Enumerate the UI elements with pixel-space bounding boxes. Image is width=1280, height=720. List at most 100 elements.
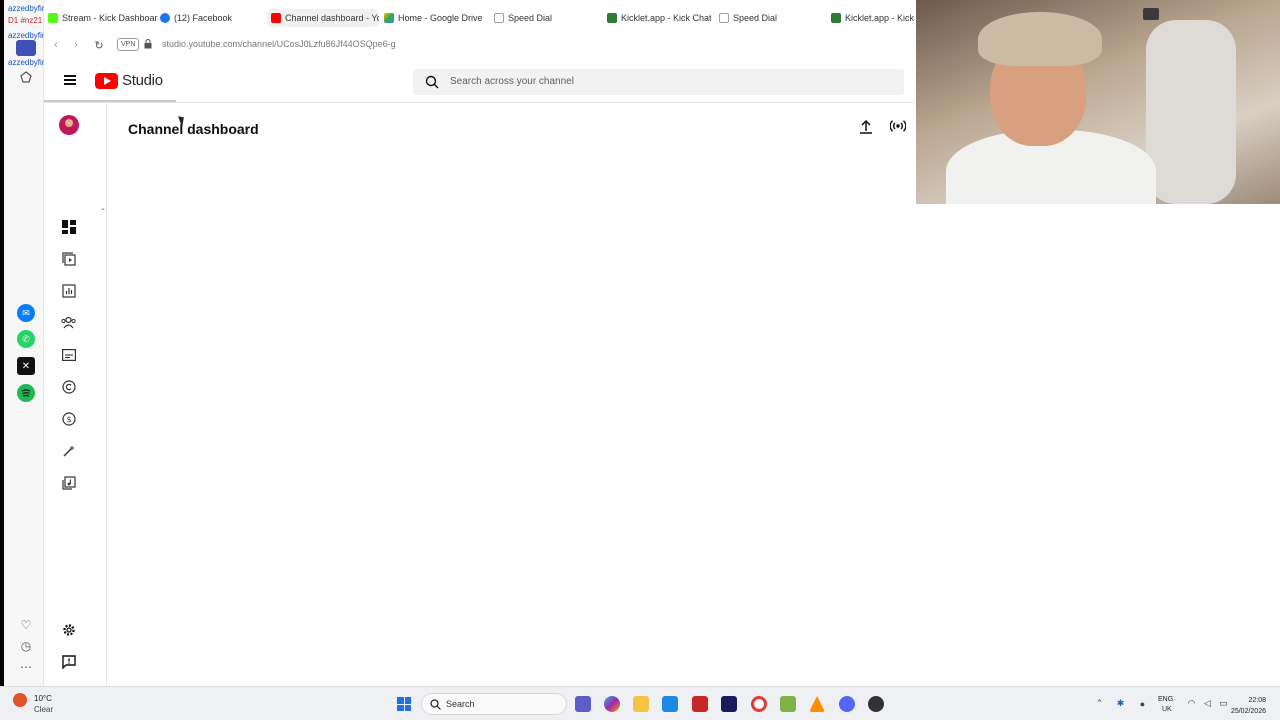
back-icon[interactable]: ‹ [49,38,63,52]
teams-icon[interactable] [575,696,591,712]
studio-sidebar: ⌄ $ [44,103,107,686]
logo-text: Studio [122,72,163,89]
webcam-overlay [916,0,1280,204]
wifi-icon[interactable]: ◠ [1186,698,1197,709]
language-region[interactable]: UK [1162,706,1172,713]
vlc-icon[interactable] [809,696,825,712]
forward-icon[interactable]: › [69,38,83,52]
content-icon[interactable] [61,251,76,266]
start-icon[interactable] [397,697,411,711]
kick-icon [48,13,58,23]
x-twitter-icon[interactable]: ✕ [17,357,35,375]
tab-kicklet-2[interactable]: Kicklet.app - Kick Ch [831,9,916,27]
file-explorer-icon[interactable] [633,696,649,712]
heart-icon[interactable]: ♡ [17,616,35,634]
settings-icon[interactable] [61,622,76,637]
app-icon[interactable] [780,696,796,712]
bookmark-icon[interactable] [17,68,35,86]
tab-label: Stream - Kick Dashboard [62,13,158,23]
customization-icon[interactable] [61,443,76,458]
microphone-icon[interactable]: ● [1137,698,1148,709]
volume-icon[interactable]: ◁ [1202,698,1213,709]
dashboard-icon[interactable] [61,219,76,234]
tab-label: Kicklet.app - Kick Ch [845,13,916,23]
tab-label: (12) Facebook [174,13,233,23]
screen: azzedbyfinn D1 #nz21 azzedbyfinn azzedby… [0,0,1280,720]
tab-label: Speed Dial [733,13,778,23]
tab-google-drive[interactable]: Home - Google Drive [384,9,488,27]
history-icon[interactable]: ◷ [17,637,35,655]
youtube-logo-icon [95,72,118,89]
tab-label: Speed Dial [508,13,553,23]
copyright-icon[interactable] [61,379,76,394]
obs-icon[interactable] [868,696,884,712]
clock-date: 25/02/2026 [1230,708,1266,715]
chevron-down-icon[interactable]: ⌄ [100,204,106,212]
earn-icon[interactable]: $ [61,411,76,426]
overlay-text-2: D1 #nz21 [8,16,43,25]
vpn-badge[interactable]: VPN [117,38,140,51]
youtube-icon [271,13,281,23]
more-icon[interactable]: ⋯ [17,658,35,676]
audio-library-icon[interactable] [61,475,76,490]
copilot-icon[interactable] [604,696,620,712]
video-badge-icon [1143,8,1159,20]
whatsapp-icon[interactable]: ✆ [17,330,35,348]
weather-description[interactable]: Clear [34,705,53,714]
tab-speed-dial-2[interactable]: Speed Dial [719,9,819,27]
battery-icon[interactable]: ▭ [1218,698,1229,709]
discord-icon[interactable] [839,696,855,712]
go-live-icon[interactable] [890,118,906,134]
weather-icon[interactable] [13,693,27,707]
kicklet-icon [831,13,841,23]
subtitles-icon[interactable] [61,347,76,362]
studio-logo[interactable]: Studio [95,72,163,89]
channel-avatar[interactable] [59,115,79,135]
feedback-icon[interactable] [61,654,76,669]
search-icon [425,75,439,89]
weather-temperature[interactable]: 10°C [34,694,52,703]
drive-icon [384,13,394,23]
browser-sidebar: azzedbyfinn D1 #nz21 azzedbyfinn azzedby… [0,0,51,686]
tab-kicklet-1[interactable]: Kicklet.app - Kick Chatbot [607,9,711,27]
page-title: Channel dashboard [128,121,259,137]
search-placeholder: Search across your channel [450,76,574,87]
upload-icon[interactable] [858,118,874,134]
kicklet-icon [607,13,617,23]
tab-speed-dial-1[interactable]: Speed Dial [494,9,594,27]
header-divider [44,102,916,103]
tab-facebook[interactable]: (12) Facebook [160,9,260,27]
address-bar: ‹ › ↻ VPN studio.youtube.com/channel/UCo… [44,34,916,56]
svg-text:$: $ [66,415,71,424]
adobe-icon[interactable] [692,696,708,712]
spotify-icon[interactable] [17,384,35,402]
lock-icon [144,39,152,49]
premiere-icon[interactable] [721,696,737,712]
tab-kick-dashboard[interactable]: Stream - Kick Dashboard [48,9,158,27]
chair [1146,20,1236,204]
language-code[interactable]: ENG [1158,696,1173,703]
bluetooth-icon[interactable]: ✱ [1115,698,1126,709]
taskbar-search-label: Search [446,699,475,709]
studio-header: Studio Search across your channel [44,60,916,102]
tab-channel-dashboard[interactable]: Channel dashboard - You [267,9,379,27]
clock-time: 22:08 [1248,697,1266,704]
person-cap [978,12,1102,66]
opera-icon[interactable] [751,696,767,712]
clock[interactable]: 22:08 25/02/2026 [1231,695,1266,717]
workspace-icon[interactable] [16,40,36,56]
search-icon [430,699,441,710]
speed-dial-icon [494,13,504,23]
url-field[interactable]: studio.youtube.com/channel/UCosJ0Lzfu86J… [162,39,396,49]
menu-icon[interactable] [64,75,76,85]
analytics-icon[interactable] [61,283,76,298]
edge-icon[interactable] [662,696,678,712]
community-icon[interactable] [61,315,76,330]
reload-icon[interactable]: ↻ [92,38,106,52]
tray-overflow-icon[interactable]: ⌃ [1094,698,1105,709]
speed-dial-icon [719,13,729,23]
tab-label: Kicklet.app - Kick Chatbot [621,13,711,23]
search-input[interactable]: Search across your channel [413,69,904,95]
messenger-icon[interactable]: ✉ [17,304,35,322]
taskbar-search[interactable]: Search [421,693,567,715]
